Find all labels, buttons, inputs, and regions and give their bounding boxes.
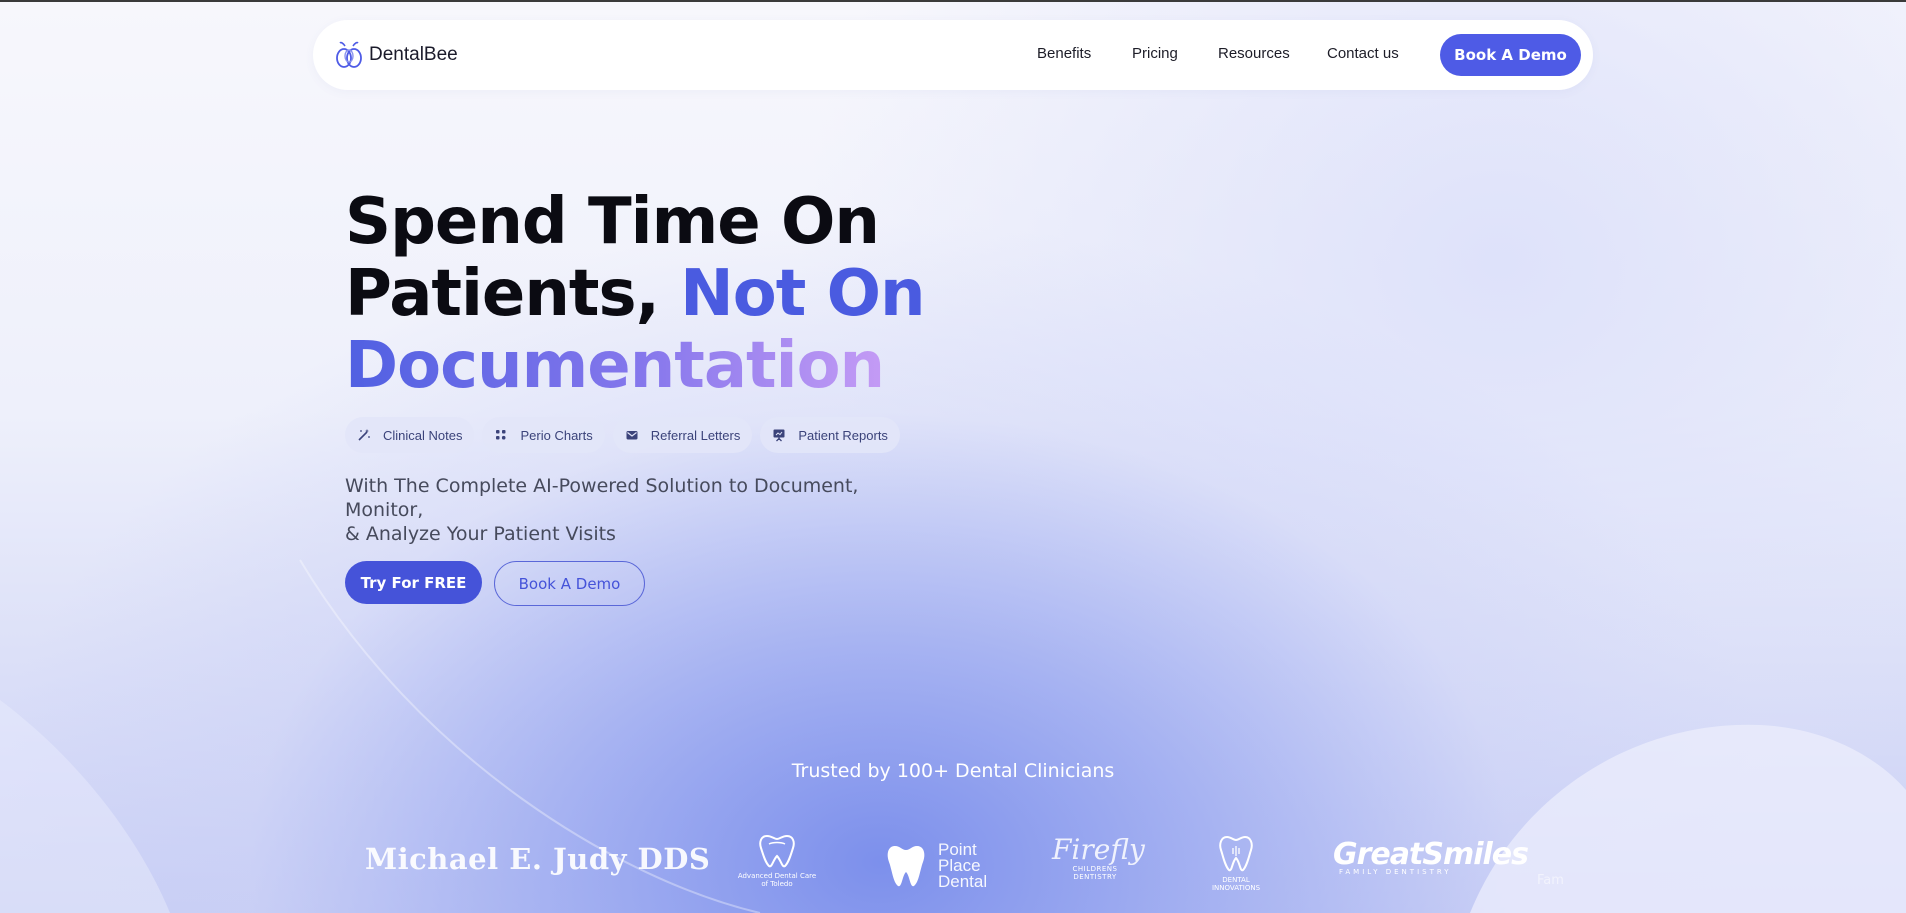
headline-line-1: Spend Time On (345, 185, 880, 259)
top-navigation-bar: DentalBee Benefits Pricing Resources Con… (313, 20, 1593, 90)
nav-link-benefits[interactable]: Benefits (1037, 45, 1091, 62)
dinn-line-2: INNOVATIONS (1211, 884, 1261, 892)
chip-referral-letters: Referral Letters (612, 417, 753, 453)
hero-subtitle: With The Complete AI-Powered Solution to… (345, 474, 925, 546)
feature-chips: Clinical Notes Perio Charts Referral Let… (345, 417, 900, 453)
clinic-logo-strip: Michael E. Judy DDS Advanced Dental Care… (0, 820, 1906, 913)
tooth-solid-icon (887, 846, 925, 887)
hero-book-demo-button[interactable]: Book A Demo (494, 561, 645, 606)
gsm-name: GreatSmiles (1333, 837, 1529, 872)
firefly-name: Firefly (1052, 833, 1145, 866)
hero-headline: Spend Time On Patients, Not On Documenta… (345, 186, 965, 402)
nav-link-contact[interactable]: Contact us (1327, 45, 1399, 62)
tooth-icon (759, 834, 795, 868)
trusted-by-heading: Trusted by 100+ Dental Clinicians (791, 760, 1115, 782)
tooth-outline-icon (1219, 835, 1253, 872)
chip-label: Clinical Notes (383, 427, 463, 443)
headline-accent-not-on: Not On (680, 257, 925, 331)
headline-line-3: Documentation (345, 330, 965, 402)
logo-michael-judy: Michael E. Judy DDS (365, 842, 711, 876)
headline-line-2: Patients, Not On (345, 258, 965, 330)
subtitle-line-2: & Analyze Your Patient Visits (345, 523, 616, 545)
adc-line-2: of Toledo (761, 880, 793, 888)
adc-line-1: Advanced Dental Care (737, 872, 817, 880)
nav-link-pricing[interactable]: Pricing (1132, 45, 1178, 62)
nav-link-resources[interactable]: Resources (1218, 45, 1290, 62)
logo-advanced-dental-care: Advanced Dental Care of Toledo (737, 832, 817, 888)
chip-clinical-notes: Clinical Notes (345, 417, 475, 453)
logo-great-smiles: GreatSmiles FAMILY DENTISTRY (1333, 837, 1529, 877)
presentation-icon (772, 428, 786, 442)
logo-firefly: Firefly CHILDRENS DENTISTRY (1052, 833, 1145, 882)
envelope-icon (625, 428, 639, 442)
ppd-text: Point Place Dental (938, 841, 988, 891)
gsm-sub: FAMILY DENTISTRY (1339, 868, 1452, 876)
ppd-line-3: Dental (938, 872, 988, 891)
nav-book-demo-button[interactable]: Book A Demo (1440, 34, 1581, 76)
firefly-sub: CHILDRENS DENTISTRY (1072, 865, 1118, 881)
logo-point-place-dental: Point Place Dental (884, 836, 987, 896)
logo-faded-partial: Fam (1537, 873, 1564, 888)
magic-wand-icon (357, 428, 371, 442)
dinn-line-1: DENTAL (1222, 876, 1250, 884)
brand-logo[interactable]: DentalBee (335, 40, 458, 70)
grid-dots-icon (494, 428, 508, 442)
brand-name: DentalBee (369, 44, 458, 65)
try-free-button[interactable]: Try For FREE (345, 561, 482, 604)
chip-patient-reports: Patient Reports (760, 417, 900, 453)
chip-label: Perio Charts (520, 427, 593, 443)
logo-dental-innovations: DENTAL INNOVATIONS (1208, 834, 1264, 892)
headline-line-2-start: Patients, (345, 257, 681, 331)
chip-label: Patient Reports (798, 427, 888, 443)
bee-logo-icon (336, 41, 362, 68)
chip-perio-charts: Perio Charts (482, 417, 605, 453)
subtitle-line-1: With The Complete AI-Powered Solution to… (345, 475, 859, 521)
chip-label: Referral Letters (650, 427, 741, 443)
headline-accent-documentation: Documentation (345, 329, 885, 403)
